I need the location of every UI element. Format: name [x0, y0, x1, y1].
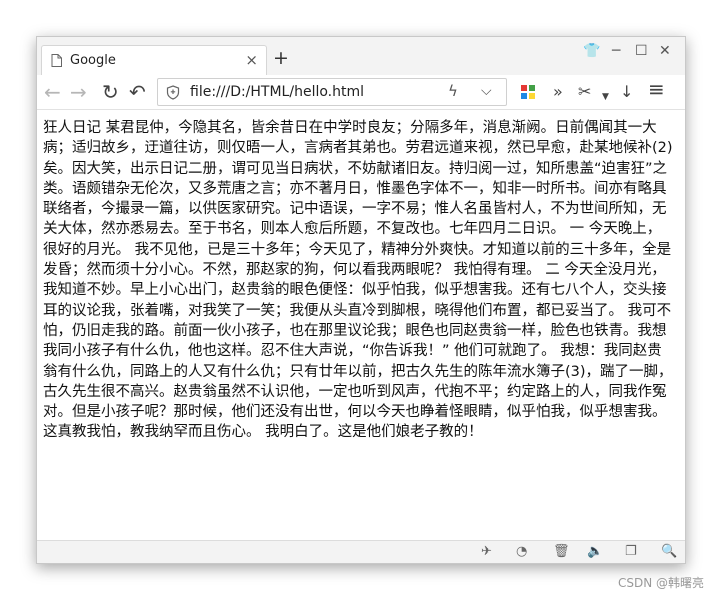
reload-button[interactable]: ↻ [102, 81, 119, 103]
shield-icon [166, 85, 180, 100]
pin-icon[interactable]: ✈ [481, 545, 492, 559]
apps-grid-icon[interactable] [521, 85, 535, 99]
scissors-dropdown-icon[interactable]: ▼ [602, 88, 609, 106]
tab-close-icon[interactable]: × [245, 52, 258, 68]
back-button[interactable]: ← [44, 81, 61, 103]
zoom-icon[interactable]: 🔍 [661, 545, 677, 559]
close-window-button[interactable]: ✕ [659, 44, 671, 58]
trash-icon[interactable]: 🗑 [553, 545, 570, 559]
url-input[interactable]: file:///D:/HTML/hello.html [190, 84, 364, 100]
overflow-icon[interactable]: » [553, 83, 563, 101]
download-icon[interactable]: ↓ [620, 83, 633, 101]
maximize-button[interactable]: ☐ [635, 44, 648, 58]
tab-title: Google [70, 53, 116, 68]
page-body-text: 狂人日记 某君昆仲，今隐其名，皆余昔日在中学时良友；分隔多年，消息渐阙。日前偶闻… [43, 120, 673, 441]
status-bar: ✈ ◔ 🗑 🔈 ❐ 🔍 [37, 540, 685, 563]
new-tab-button[interactable]: + [273, 48, 289, 68]
tab-google[interactable]: Google × [41, 45, 267, 75]
watermark: CSDN @韩曙亮 [617, 576, 704, 590]
page-content: 狂人日记 某君昆仲，今隐其名，皆余昔日在中学时良友；分隔多年，消息渐阙。日前偶闻… [37, 110, 685, 540]
menu-icon[interactable]: ≡ [648, 79, 665, 99]
scissors-icon[interactable]: ✂ [578, 83, 591, 101]
title-bar: Google × + 👕 ─ ☐ ✕ [37, 37, 685, 75]
document-icon [51, 54, 62, 67]
window-icon[interactable]: ❐ [625, 545, 637, 559]
bolt-icon[interactable]: ϟ [448, 82, 458, 100]
undo-close-button[interactable]: ↶ [129, 81, 146, 103]
forward-button[interactable]: → [70, 81, 87, 103]
accelerate-icon[interactable]: ◔ [516, 545, 527, 559]
browser-window: Google × + 👕 ─ ☐ ✕ ← → ↻ ↶ file:///D:/HT… [36, 36, 686, 564]
speaker-icon[interactable]: 🔈 [587, 545, 603, 559]
address-bar[interactable]: file:///D:/HTML/hello.html ϟ ⌵ [157, 78, 507, 106]
chevron-down-icon[interactable]: ⌵ [481, 83, 492, 99]
minimize-button[interactable]: ─ [612, 44, 620, 58]
skin-icon[interactable]: 👕 [583, 44, 600, 58]
toolbar: ← → ↻ ↶ file:///D:/HTML/hello.html ϟ ⌵ »… [37, 75, 685, 110]
